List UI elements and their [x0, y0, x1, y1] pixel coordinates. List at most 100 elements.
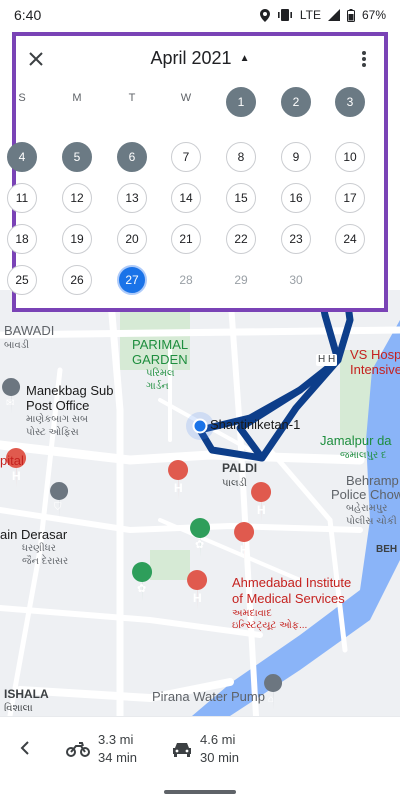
hospital-icon: H	[174, 481, 183, 495]
calendar-day-7[interactable]: 7	[171, 142, 201, 172]
map-label-post-office: Post Office	[26, 398, 90, 413]
more-options-button[interactable]	[352, 47, 376, 71]
map-label-manekbag-local: માણેકબાગ સબ	[26, 414, 88, 425]
month-title: April 2021	[150, 48, 232, 68]
calendar-day-29: 29	[234, 273, 248, 287]
weekday-row: SMTWTFS	[16, 92, 384, 110]
car-mode[interactable]: 4.6 mi 30 min	[172, 731, 239, 766]
calendar-day-4[interactable]: 4	[7, 142, 37, 172]
car-duration: 30 min	[200, 749, 240, 765]
motorcycle-duration: 34 min	[98, 749, 138, 765]
car-distance: 4.6 mi	[200, 732, 236, 747]
calendar-day-10[interactable]: 10	[335, 142, 365, 172]
calendar-day-25[interactable]: 25	[7, 265, 37, 295]
map-label-shantiniketan: Shantiniketan-1	[210, 417, 301, 432]
vibrate-icon	[277, 9, 293, 21]
status-icons: LTE 67%	[259, 8, 386, 22]
map-label-paldi: PALDI	[222, 461, 258, 475]
hospital-icon: H	[193, 591, 202, 605]
calendar-day-8[interactable]: 8	[226, 142, 256, 172]
mail-icon: ✉	[6, 398, 15, 409]
map-label-medical-services: of Medical Services	[232, 591, 345, 606]
calendar-day-20[interactable]: 20	[117, 224, 147, 254]
map-label-jamalpur-local: જમાલપુર દ	[340, 450, 387, 461]
flower-icon: ✿	[195, 539, 205, 551]
map-label-derasar-local-2: જૈન દેરાસર	[22, 556, 69, 567]
map-label-police-chow: Police Chow	[331, 487, 400, 502]
back-button[interactable]	[14, 737, 36, 759]
map-label-beh: BEH	[376, 544, 398, 555]
month-selector[interactable]: April 2021 ▲	[16, 48, 384, 69]
calendar-day-27[interactable]: 27	[117, 265, 147, 295]
weekday-label: S	[18, 92, 26, 104]
calendar-day-22[interactable]: 22	[226, 224, 256, 254]
home-indicator[interactable]	[164, 790, 236, 794]
car-icon	[173, 742, 191, 757]
network-type: LTE	[299, 8, 321, 22]
map-label-garden: GARDEN	[132, 352, 188, 367]
calendar-day-24[interactable]: 24	[335, 224, 365, 254]
map-label-ahmedabad-institute: Ahmedabad Institute	[232, 575, 352, 590]
calendar-day-11[interactable]: 11	[7, 183, 37, 213]
calendar-day-28: 28	[179, 273, 193, 287]
calendar-day-23[interactable]: 23	[281, 224, 311, 254]
status-time: 6:40	[14, 7, 42, 23]
map-label-ahmedabad-local-2: ઇન્સ્ટિટ્યૂટ ઓફ...	[232, 620, 308, 631]
calendar-day-12[interactable]: 12	[62, 183, 92, 213]
calendar-day-3[interactable]: 3	[335, 87, 365, 117]
calendar-day-30: 30	[289, 273, 303, 287]
weekday-label: M	[72, 92, 82, 104]
map-label-manekbag: Manekbag Sub	[26, 383, 114, 398]
calendar-day-6[interactable]: 6	[117, 142, 147, 172]
map-label-intensive: Intensive	[350, 362, 400, 377]
calendar-day-19[interactable]: 19	[62, 224, 92, 254]
calendar-day-14[interactable]: 14	[171, 183, 201, 213]
calendar-day-17[interactable]: 17	[335, 183, 365, 213]
motorcycle-icon	[66, 741, 90, 757]
bottom-bar: 3.3 mi 34 min 4.6 mi 30 min	[0, 716, 400, 798]
map-label-hh: H H	[316, 354, 338, 366]
motorcycle-mode[interactable]: 3.3 mi 34 min	[66, 731, 137, 766]
map-label-pirana: Pirana Water Pump	[152, 689, 265, 704]
calendar-day-21[interactable]: 21	[171, 224, 201, 254]
map-label-derasar-local-1: ધરણીધર	[22, 543, 56, 554]
calendar-day-5[interactable]: 5	[62, 142, 92, 172]
location-icon	[259, 8, 270, 22]
hospital-icon: H	[12, 469, 21, 483]
weekday-label: W	[180, 92, 192, 104]
map-label-garden-local: ગાર્ડન	[146, 381, 169, 392]
status-bar: 6:40 LTE 67%	[0, 0, 400, 30]
calendar-day-2[interactable]: 2	[281, 87, 311, 117]
calendar-day-9[interactable]: 9	[281, 142, 311, 172]
calendar-day-13[interactable]: 13	[117, 183, 147, 213]
map-label-derasar: ain Derasar	[0, 527, 68, 542]
map-label-pital: pital	[0, 453, 24, 468]
calendar-day-15[interactable]: 15	[226, 183, 256, 213]
calendar-day-16[interactable]: 16	[281, 183, 311, 213]
current-location-dot	[192, 418, 208, 434]
map-label-ishala-local: વિશાલા	[4, 703, 33, 714]
calendar-day-18[interactable]: 18	[7, 224, 37, 254]
map-label-parimal-local: પરિમલ	[146, 368, 175, 379]
map-label-post-office-local: પોસ્ટ ઓફિસ	[26, 427, 79, 438]
hospital-icon: H	[240, 543, 249, 557]
map-label-jamalpur: Jamalpur da	[320, 433, 392, 448]
calendar-day-1[interactable]: 1	[226, 87, 256, 117]
map-label-bawadi: BAWADI	[4, 323, 55, 338]
map-label-paldi-local: પાલડી	[222, 478, 247, 489]
battery-icon	[346, 8, 355, 22]
motorcycle-distance: 3.3 mi	[98, 732, 134, 747]
pump-icon: ⌂	[268, 694, 275, 705]
caret-up-icon: ▲	[239, 53, 250, 64]
map-label-police-chow-local: પોલીસ ચોકી	[346, 516, 397, 527]
signal-icon	[327, 9, 340, 21]
weekday-label: T	[128, 92, 136, 104]
map-label-behramp-local: બહેરામપુર	[346, 503, 388, 514]
map-label-bawadi-local: બાવડી	[4, 340, 30, 351]
map-label-ishala: ISHALA	[4, 687, 49, 701]
map-view[interactable]: H H H H H ✿ ✿ ✉ ⛉ ⌂ BAWADI બાવડી PARIMAL…	[0, 290, 400, 716]
calendar-day-26[interactable]: 26	[62, 265, 92, 295]
place-of-worship-icon: ⛉	[54, 502, 62, 513]
map-label-ahmedabad-local-1: અમદાવાદ	[232, 608, 272, 619]
battery-percent: 67%	[361, 8, 386, 22]
